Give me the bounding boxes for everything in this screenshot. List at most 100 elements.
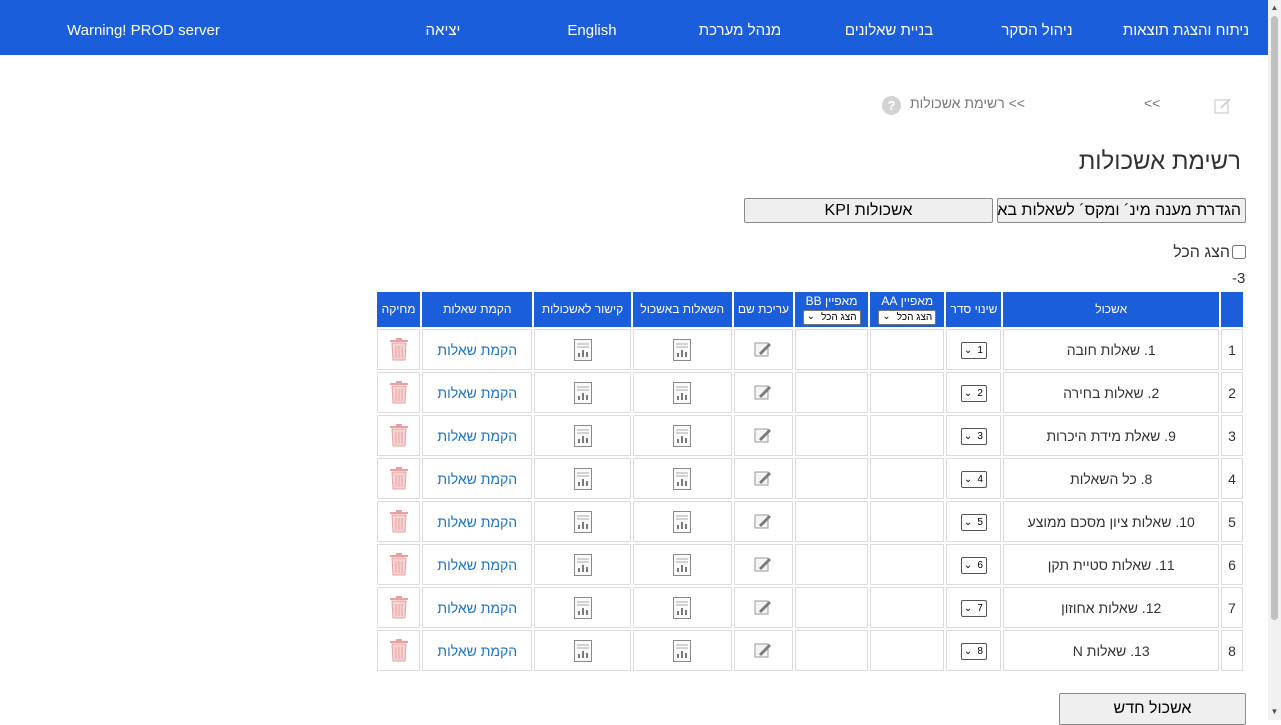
nav-build-questionnaires[interactable]: בניית שאלונים — [845, 0, 933, 55]
header-bb-label: מאפיין BB — [805, 293, 858, 308]
chevron-down-icon: ⌄ — [963, 474, 973, 485]
row-number: 2 — [1220, 372, 1243, 413]
nav-admin[interactable]: מנהל מערכת — [699, 0, 781, 55]
spreadsheet-doc-icon[interactable] — [673, 381, 692, 404]
spreadsheet-doc-icon[interactable] — [573, 338, 592, 361]
header-bb: מאפיין BB הצג הכל ⌄ — [794, 292, 869, 327]
nav-logout[interactable]: יציאה — [426, 0, 461, 55]
trash-icon[interactable] — [389, 424, 409, 447]
top-nav-bar: Warning! PROD server יציאה English מנהל … — [0, 0, 1268, 55]
order-select[interactable]: ⌄ 1 — [960, 342, 987, 359]
pencil-edit-icon[interactable] — [754, 427, 772, 444]
header-edit-name: עריכת שם — [733, 292, 793, 327]
show-all-checkbox-label[interactable]: הצג הכל — [1173, 244, 1246, 262]
order-select[interactable]: ⌄ 7 — [960, 600, 987, 617]
trash-icon[interactable] — [389, 639, 409, 662]
spreadsheet-doc-icon[interactable] — [573, 467, 592, 490]
edit-name-cell — [733, 501, 793, 542]
pencil-edit-icon[interactable] — [754, 341, 772, 358]
minmax-answers-button[interactable]: הגדרת מענה מינ´ ומקס´ לשאלות באשכולות — [997, 198, 1246, 223]
order-value: 6 — [977, 560, 983, 571]
spreadsheet-doc-icon[interactable] — [573, 553, 592, 576]
cluster-name: 8. כל השאלות — [1003, 458, 1219, 499]
setup-questions-link[interactable]: הקמת שאלות — [437, 600, 517, 616]
order-cell: ⌄ 3 — [946, 415, 1002, 456]
pencil-edit-icon[interactable] — [754, 384, 772, 401]
pencil-edit-icon[interactable] — [754, 556, 772, 573]
aa-cell — [870, 372, 945, 413]
trash-icon[interactable] — [389, 596, 409, 619]
link-cell — [534, 372, 631, 413]
nav-survey-management[interactable]: ניהול הסקר — [1001, 0, 1072, 55]
trash-icon[interactable] — [389, 510, 409, 533]
spreadsheet-doc-icon[interactable] — [573, 381, 592, 404]
setup-questions-link[interactable]: הקמת שאלות — [437, 514, 517, 530]
trash-icon[interactable] — [389, 381, 409, 404]
header-order: שינוי סדר — [946, 292, 1002, 327]
link-cell — [534, 501, 631, 542]
table-row: 5 10. שאלות ציון מסכם ממוצע ⌄ 5 הקמת שאל… — [377, 501, 1243, 542]
order-select[interactable]: ⌄ 2 — [960, 385, 987, 402]
chevron-down-icon: ⌄ — [806, 310, 815, 322]
spreadsheet-doc-icon[interactable] — [673, 596, 692, 619]
setup-cell: הקמת שאלות — [422, 372, 533, 413]
scroll-up-arrow-icon[interactable]: ▲ — [1268, 0, 1281, 16]
spreadsheet-doc-icon[interactable] — [673, 510, 692, 533]
order-cell: ⌄ 2 — [946, 372, 1002, 413]
pencil-edit-icon[interactable] — [754, 470, 772, 487]
trash-icon[interactable] — [389, 553, 409, 576]
setup-questions-link[interactable]: הקמת שאלות — [437, 342, 517, 358]
spreadsheet-doc-icon[interactable] — [673, 467, 692, 490]
setup-questions-link[interactable]: הקמת שאלות — [437, 471, 517, 487]
setup-questions-link[interactable]: הקמת שאלות — [437, 643, 517, 659]
aa-filter-select[interactable]: הצג הכל ⌄ — [878, 309, 937, 325]
cluster-name: 11. שאלות סטיית תקן — [1003, 544, 1219, 585]
setup-questions-link[interactable]: הקמת שאלות — [437, 385, 517, 401]
chevron-down-icon: ⌄ — [963, 345, 973, 356]
order-select[interactable]: ⌄ 5 — [960, 514, 987, 531]
pencil-edit-icon[interactable] — [754, 599, 772, 616]
spreadsheet-doc-icon[interactable] — [573, 510, 592, 533]
bb-cell — [794, 587, 869, 628]
order-select[interactable]: ⌄ 8 — [960, 643, 987, 660]
order-value: 1 — [977, 345, 983, 356]
new-cluster-button[interactable]: אשכול חדש — [1059, 693, 1246, 725]
setup-questions-link[interactable]: הקמת שאלות — [437, 428, 517, 444]
trash-icon[interactable] — [389, 338, 409, 361]
nav-analysis[interactable]: ניתוח והצגת תוצאות — [1123, 0, 1249, 55]
chevron-down-icon: ⌄ — [963, 431, 973, 442]
table-row: 4 8. כל השאלות ⌄ 4 הקמת שאלות — [377, 458, 1243, 499]
pencil-edit-icon[interactable] — [754, 513, 772, 530]
questions-cell — [632, 544, 732, 585]
spreadsheet-doc-icon[interactable] — [573, 596, 592, 619]
spreadsheet-doc-icon[interactable] — [573, 424, 592, 447]
setup-questions-link[interactable]: הקמת שאלות — [437, 557, 517, 573]
spreadsheet-doc-icon[interactable] — [673, 338, 692, 361]
bb-filter-select[interactable]: הצג הכל ⌄ — [802, 309, 861, 325]
page-title: רשימת אשכולות — [1078, 148, 1241, 175]
spreadsheet-doc-icon[interactable] — [673, 424, 692, 447]
pencil-edit-icon[interactable] — [754, 642, 772, 659]
nav-english[interactable]: English — [567, 0, 616, 55]
order-select[interactable]: ⌄ 3 — [960, 428, 987, 445]
breadcrumb-back[interactable]: >> — [1144, 95, 1160, 115]
link-cell — [534, 587, 631, 628]
aa-cell — [870, 501, 945, 542]
header-delete: מחיקה — [377, 292, 421, 327]
trash-icon[interactable] — [389, 467, 409, 490]
show-all-checkbox[interactable] — [1232, 245, 1246, 259]
spreadsheet-doc-icon[interactable] — [573, 639, 592, 662]
row-number: 5 — [1220, 501, 1243, 542]
link-cell — [534, 630, 631, 671]
vertical-scrollbar[interactable]: ▲ ▼ — [1268, 0, 1281, 720]
kpi-clusters-button[interactable]: אשכולות KPI — [744, 198, 993, 223]
order-select[interactable]: ⌄ 6 — [960, 557, 987, 574]
scroll-thumb[interactable] — [1271, 16, 1278, 620]
scroll-down-arrow-icon[interactable]: ▼ — [1268, 704, 1281, 720]
order-select[interactable]: ⌄ 4 — [960, 471, 987, 488]
spreadsheet-doc-icon[interactable] — [673, 639, 692, 662]
edit-page-icon[interactable] — [1214, 97, 1232, 114]
help-circle-icon[interactable]: ? — [882, 96, 901, 115]
aa-cell — [870, 415, 945, 456]
spreadsheet-doc-icon[interactable] — [673, 553, 692, 576]
